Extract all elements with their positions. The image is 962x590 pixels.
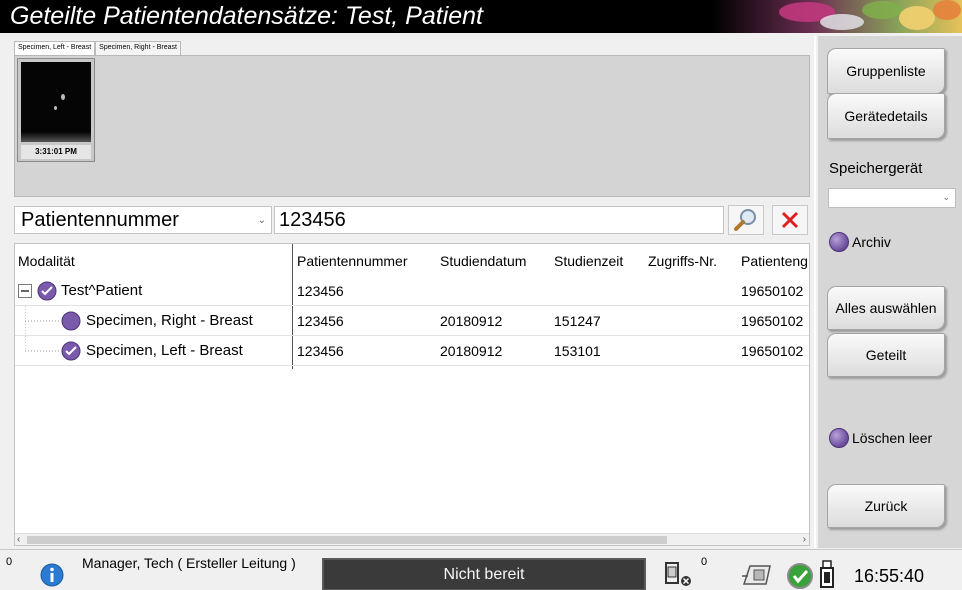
horizontal-scrollbar[interactable]: ‹ ›: [15, 533, 809, 545]
checked-icon: [37, 281, 57, 301]
image-thumbnail[interactable]: 3:31:01 PM: [17, 58, 95, 162]
select-all-button[interactable]: Alles auswählen: [827, 286, 945, 330]
clear-search-button[interactable]: [772, 205, 808, 235]
cell-patient-id: 123456: [297, 283, 344, 299]
search-input[interactable]: 123456: [274, 206, 724, 234]
scroll-left-icon[interactable]: ‹: [17, 534, 20, 545]
cell-dob: 19650102: [741, 343, 804, 359]
split-button[interactable]: Geteilt: [827, 333, 945, 377]
patient-name: Test^Patient: [61, 282, 143, 299]
cell-study-date: 20180912: [440, 313, 503, 329]
thumbnail-tabs: Specimen, Left - Breast Specimen, Right …: [14, 41, 181, 55]
delete-empty-radio[interactable]: Löschen leer: [829, 428, 932, 448]
collapse-icon[interactable]: [18, 284, 32, 298]
magnifier-icon: [734, 209, 756, 231]
scroll-right-icon[interactable]: ›: [803, 534, 806, 545]
study-table: Modalität Patientennummer Studiendatum S…: [14, 243, 810, 546]
tab-specimen-right[interactable]: Specimen, Right - Breast: [95, 41, 181, 55]
flower-banner-image: [712, 0, 962, 33]
clock: 16:55:40: [854, 566, 925, 586]
specimen-label: Specimen, Left - Breast: [86, 342, 243, 359]
cell-study-time: 153101: [554, 343, 601, 359]
archive-label: Archiv: [852, 234, 891, 250]
cell-patient-id: 123456: [297, 343, 344, 359]
thumbnail-panel: 3:31:01 PM: [14, 55, 810, 197]
column-header-study-date[interactable]: Studiendatum: [440, 244, 526, 274]
search-button[interactable]: [728, 205, 764, 235]
current-user[interactable]: Manager, Tech ( Ersteller Leitung ): [82, 555, 296, 571]
radio-icon: [829, 232, 849, 252]
device-details-button[interactable]: Gerätedetails: [827, 93, 945, 139]
table-row[interactable]: Specimen, Right - Breast 123456 20180912…: [15, 306, 809, 336]
storage-device-label: Speichergerät: [829, 160, 923, 177]
cell-patient-id: 123456: [297, 313, 344, 329]
storage-device-select[interactable]: ⌄: [828, 188, 956, 208]
chevron-down-icon: ⌄: [942, 192, 950, 202]
radio-icon: [829, 428, 849, 448]
group-list-button[interactable]: Gruppenliste: [827, 48, 945, 94]
title-bar: Geteilte Patientendatensätze: Test, Pati…: [0, 0, 962, 33]
status-bar: 0 Manager, Tech ( Ersteller Leitung ) Ni…: [0, 549, 962, 590]
action-panel: Gruppenliste Gerätedetails Speichergerät…: [818, 36, 962, 548]
column-header-patient-id[interactable]: Patientennummer: [297, 244, 408, 274]
column-header-accession[interactable]: Zugriffs-Nr.: [648, 244, 717, 274]
usb-drive-icon[interactable]: [820, 559, 836, 589]
close-icon: [781, 211, 799, 229]
scrollbar-thumb[interactable]: [27, 536, 667, 544]
queue-count: 0: [701, 556, 708, 568]
specimen-image: [21, 62, 91, 142]
tab-specimen-left[interactable]: Specimen, Left - Breast: [14, 41, 96, 55]
output-queue-icon[interactable]: [740, 562, 776, 588]
check-status-icon[interactable]: [786, 562, 814, 590]
info-icon[interactable]: [40, 563, 64, 587]
tree-connector-icon: [25, 306, 59, 336]
cell-dob: 19650102: [741, 283, 804, 299]
tree-connector-icon: [25, 336, 59, 352]
column-header-study-time[interactable]: Studienzeit: [554, 244, 623, 274]
archive-radio[interactable]: Archiv: [829, 232, 891, 252]
cell-dob: 19650102: [741, 313, 804, 329]
detector-icon[interactable]: [664, 561, 694, 589]
column-header-modality[interactable]: Modalität: [18, 244, 75, 274]
alert-count: 0: [6, 556, 13, 568]
panel-divider: [814, 36, 816, 548]
system-status: Nicht bereit: [322, 558, 646, 590]
specimen-label: Specimen, Right - Breast: [86, 312, 253, 329]
unchecked-radio-icon[interactable]: [61, 311, 81, 331]
window-title: Geteilte Patientendatensätze: Test, Pati…: [10, 2, 483, 30]
search-field-value: Patientennummer: [21, 209, 179, 231]
thumbnail-time: 3:31:01 PM: [21, 145, 91, 159]
back-button[interactable]: Zurück: [827, 484, 945, 528]
cell-study-time: 151247: [554, 313, 601, 329]
checked-icon[interactable]: [61, 341, 81, 361]
delete-empty-label: Löschen leer: [852, 430, 933, 446]
search-field-select[interactable]: Patientennummer ⌄: [14, 206, 272, 234]
cell-study-date: 20180912: [440, 343, 503, 359]
table-row[interactable]: Test^Patient 123456 19650102: [15, 276, 809, 306]
table-row[interactable]: Specimen, Left - Breast 123456 20180912 …: [15, 336, 809, 366]
column-header-dob[interactable]: Patienteng: [741, 244, 808, 274]
chevron-down-icon: ⌄: [257, 215, 266, 226]
